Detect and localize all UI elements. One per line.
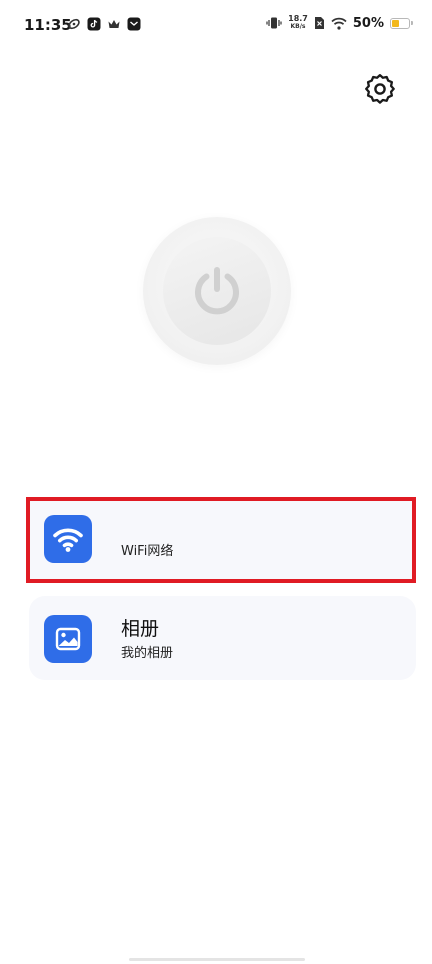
power-button[interactable]: [143, 217, 291, 365]
wifi-icon-tile: [44, 515, 92, 563]
album-item-title: 相册: [121, 618, 160, 640]
status-bar: 11:35 18.7 KB/s 50%: [0, 0, 432, 52]
wifi-item-subtitle: WiFi网络: [121, 544, 174, 559]
system-indicators: 18.7 KB/s 50%: [266, 15, 413, 31]
mail-app-icon: [127, 17, 141, 31]
gallery-icon-tile: [44, 615, 92, 663]
notification-icons: [67, 17, 141, 31]
settings-button[interactable]: [362, 71, 398, 107]
home-indicator[interactable]: [129, 958, 305, 961]
battery-percent: 50%: [352, 15, 384, 31]
vibrate-icon: [266, 17, 282, 29]
sync-icon: [68, 18, 80, 30]
network-speed-unit: KB/s: [290, 23, 306, 30]
network-speed: 18.7 KB/s: [288, 15, 308, 31]
power-button-face: [163, 237, 271, 345]
wifi-signal-icon: [331, 17, 347, 30]
gallery-icon: [55, 627, 81, 651]
battery-level: [392, 19, 399, 27]
crown-icon: [108, 20, 120, 28]
power-icon: [195, 267, 239, 315]
network-speed-value: 18.7: [288, 14, 308, 23]
album-item-subtitle: 我的相册: [121, 646, 174, 661]
list-item-wifi[interactable]: [26, 497, 416, 583]
status-time: 11:35: [24, 16, 72, 34]
wifi-icon: [53, 528, 83, 552]
gear-icon: [365, 74, 395, 104]
tiktok-icon: [87, 17, 101, 31]
battery-tip: [411, 21, 413, 25]
list-item-album[interactable]: 相册 我的相册: [29, 596, 416, 680]
battery-icon: [390, 17, 413, 29]
no-sim-icon: [314, 17, 324, 29]
app-screen: 11:35 18.7 KB/s 50% WiFi网络 相册 我的相册: [0, 0, 432, 964]
